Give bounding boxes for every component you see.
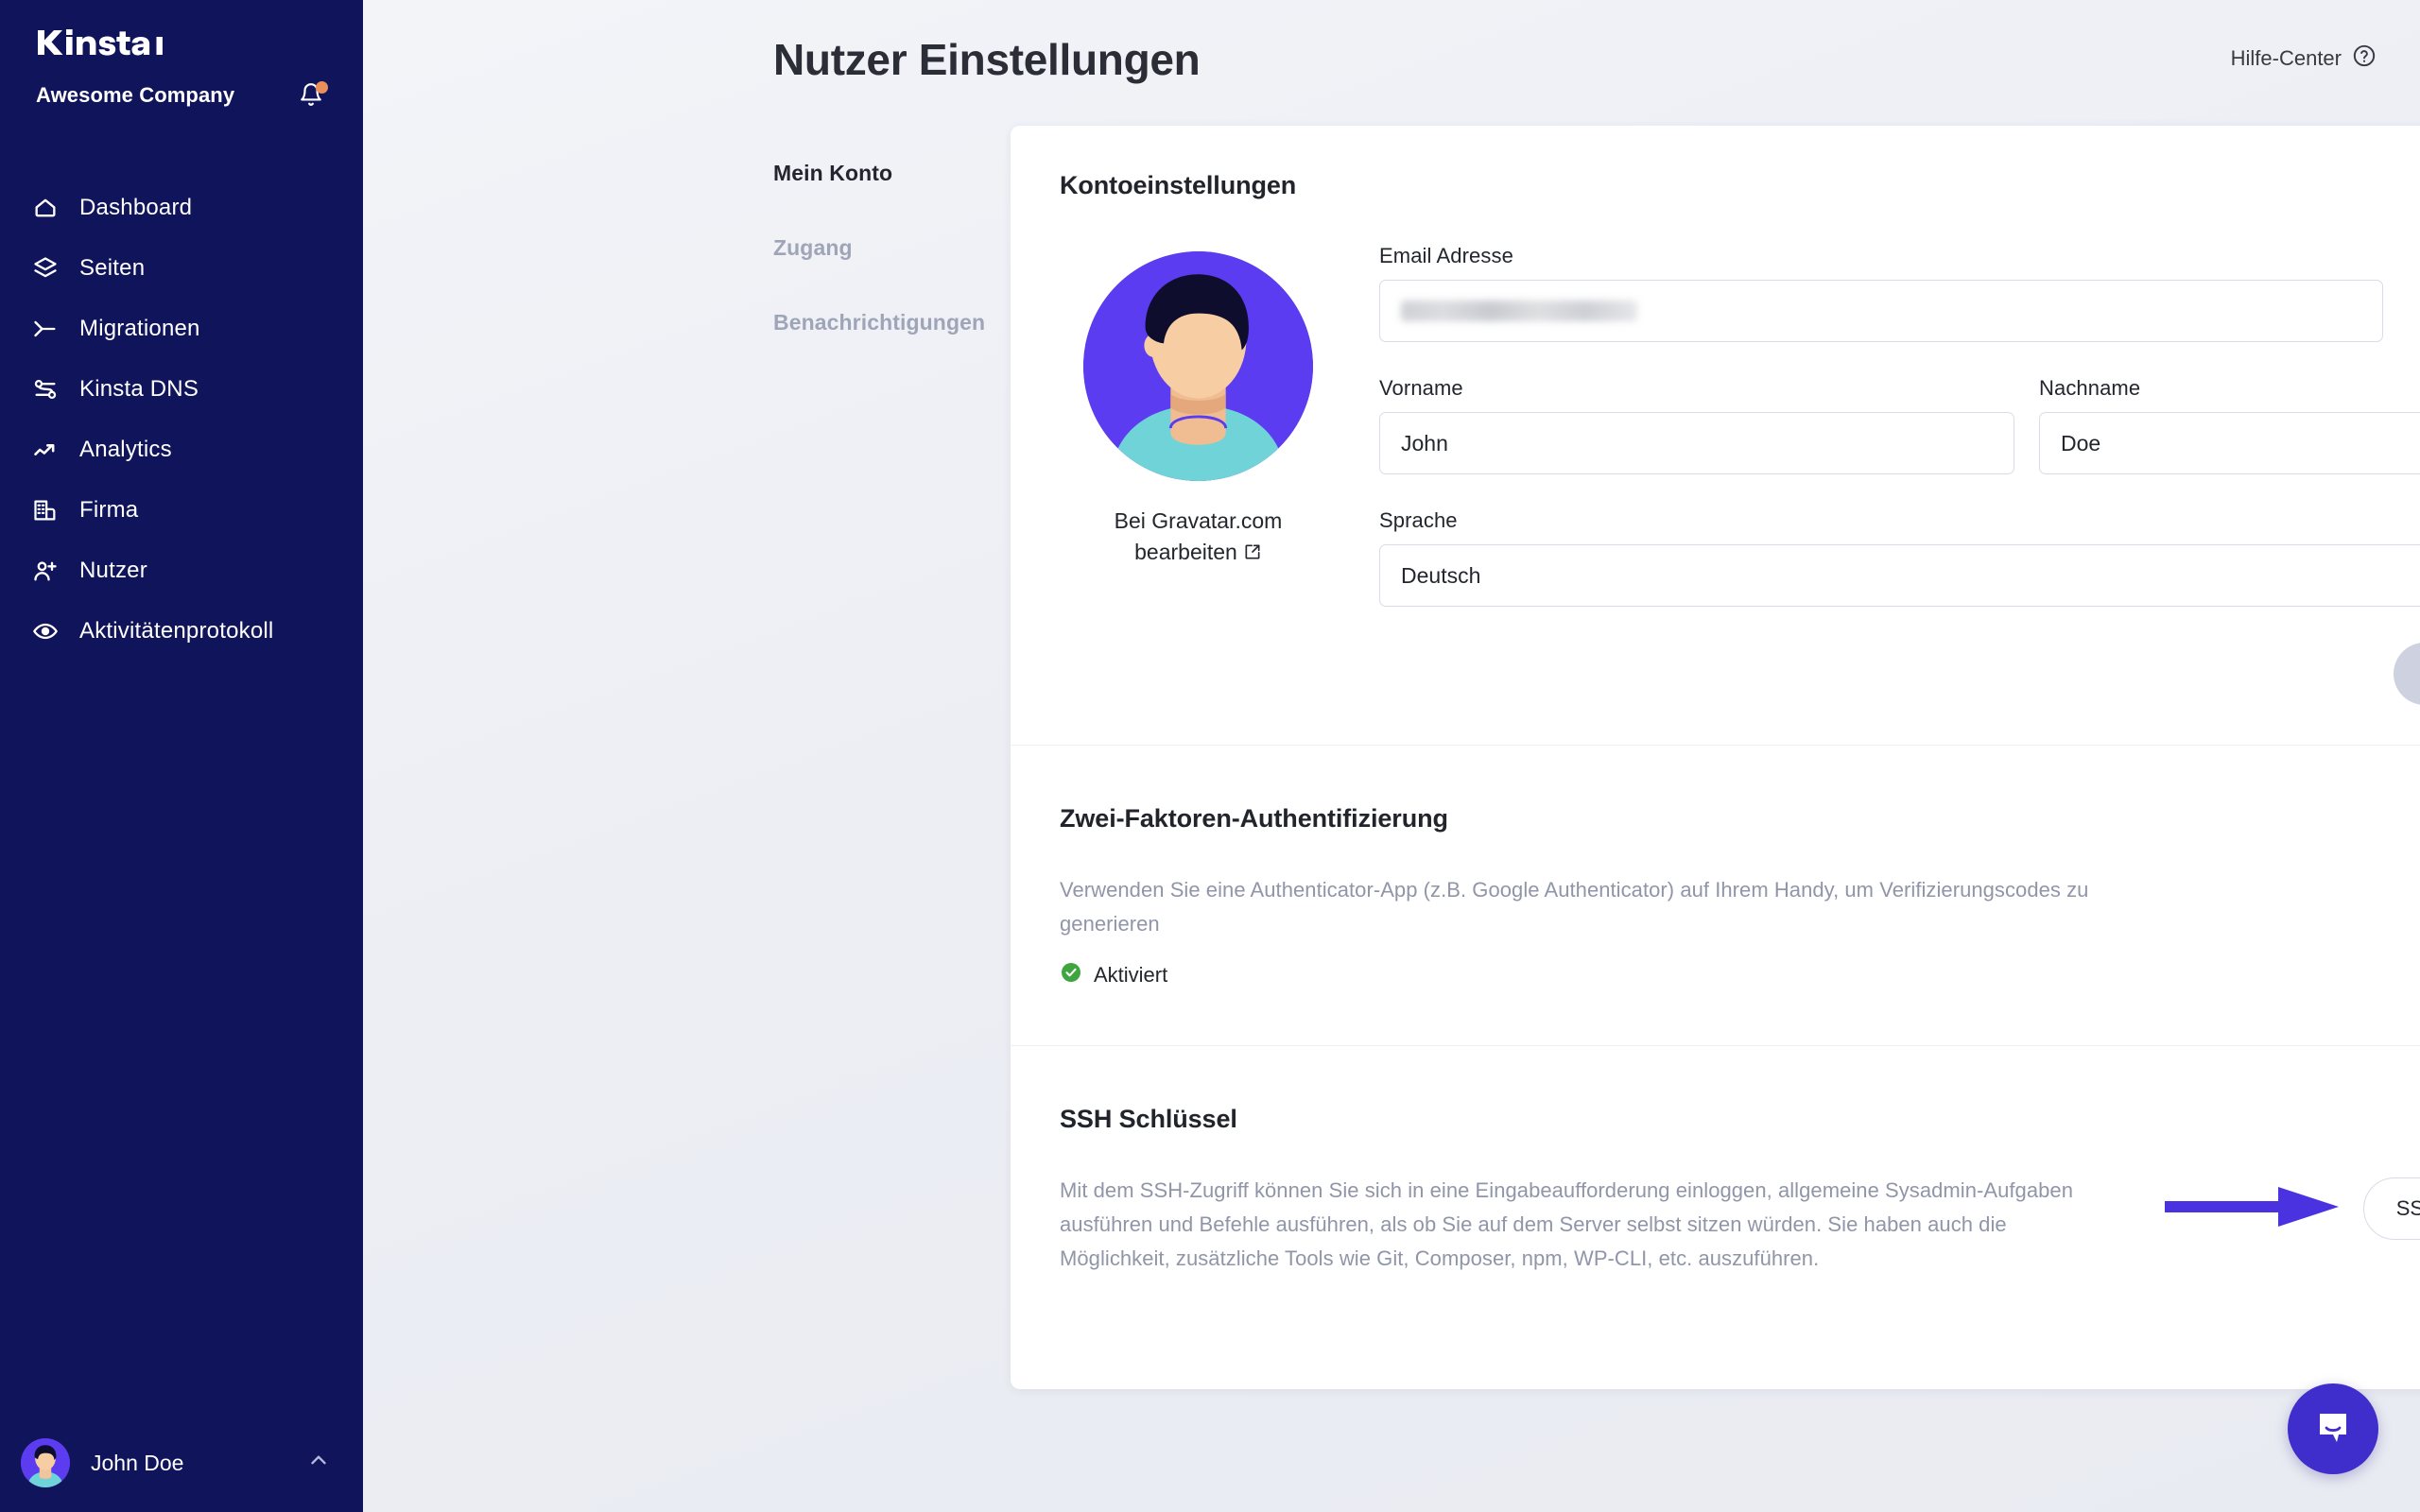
- chat-bubble-icon: [2310, 1404, 2356, 1454]
- two-factor-title: Zwei-Faktoren-Authentifizierung: [1060, 804, 2420, 833]
- account-settings-body: Bei Gravatar.com bearbeiten Email Adress…: [1011, 244, 2420, 745]
- save-row: Änderungen speichern: [1379, 643, 2420, 745]
- email-field[interactable]: [1379, 280, 2383, 342]
- ssh-keys-text: Mit dem SSH-Zugriff können Sie sich in e…: [1060, 1174, 2109, 1275]
- sidebar-item-label: Migrationen: [79, 316, 200, 342]
- intercom-chat-button[interactable]: [2288, 1383, 2378, 1474]
- ssh-keys-description: Mit dem SSH-Zugriff können Sie sich in e…: [1060, 1174, 2109, 1275]
- org-name: Awesome Company: [36, 83, 234, 108]
- layers-icon: [32, 255, 72, 282]
- lastname-block: Nachname Doe: [2039, 376, 2420, 474]
- user-plus-icon: [32, 558, 72, 584]
- sidebar-item-seiten[interactable]: Seiten: [0, 238, 363, 299]
- name-row: Vorname John Nachname Doe: [1379, 376, 2420, 474]
- main-content: Hilfe-Center Nutzer Einstellungen Mein K…: [363, 0, 2420, 1512]
- help-center-link[interactable]: Hilfe-Center: [2231, 43, 2377, 74]
- eye-icon: [32, 618, 72, 644]
- email-block: Email Adresse: [1379, 244, 2383, 342]
- lastname-label: Nachname: [2039, 376, 2420, 401]
- subnav-item-benachrichtigungen[interactable]: Benachrichtigungen: [773, 310, 991, 335]
- two-factor-description: Verwenden Sie eine Authenticator-App (z.…: [1060, 873, 2109, 940]
- subnav-item-zugang[interactable]: Zugang: [773, 235, 991, 261]
- trending-up-icon: [32, 437, 72, 463]
- right-arrow-annotation: [2165, 1180, 2342, 1238]
- save-changes-button[interactable]: Änderungen speichern: [2394, 643, 2420, 705]
- sidebar-item-nutzer[interactable]: Nutzer: [0, 541, 363, 601]
- ssh-keys-body: Mit dem SSH-Zugriff können Sie sich in e…: [1060, 1174, 2420, 1275]
- ssh-keys-action: SSH Schlüssel hinzufügen: [2165, 1174, 2420, 1240]
- sidebar-item-kinsta-dns[interactable]: Kinsta DNS: [0, 359, 363, 420]
- chevron-up-icon: [306, 1449, 331, 1478]
- help-center-label: Hilfe-Center: [2231, 46, 2342, 71]
- fields-column: Email Adresse Passwort ändern Vorname Jo…: [1337, 244, 2420, 745]
- add-ssh-key-button[interactable]: SSH Schlüssel hinzufügen: [2363, 1177, 2420, 1240]
- app-root: Awesome Company Dashboard Sei: [0, 0, 2420, 1512]
- external-link-icon: [1243, 539, 1262, 570]
- firstname-block: Vorname John: [1379, 376, 2014, 474]
- gravatar-edit-link[interactable]: Bei Gravatar.com bearbeiten: [1115, 506, 1283, 569]
- page-title: Nutzer Einstellungen: [773, 34, 1201, 85]
- notifications-button[interactable]: [299, 81, 327, 110]
- sidebar: Awesome Company Dashboard Sei: [0, 0, 363, 1512]
- org-row: Awesome Company: [0, 68, 363, 110]
- topbar: Hilfe-Center Nutzer Einstellungen: [363, 0, 2420, 112]
- settings-card: Kontoeinstellungen: [1011, 126, 2420, 1389]
- migration-icon: [32, 316, 72, 342]
- sidebar-item-label: Nutzer: [79, 558, 147, 584]
- email-label: Email Adresse: [1379, 244, 2383, 268]
- kinsta-logo[interactable]: [0, 0, 363, 68]
- building-icon: [32, 497, 72, 524]
- firstname-field[interactable]: John: [1379, 412, 2014, 474]
- firstname-label: Vorname: [1379, 376, 2014, 401]
- email-row: Email Adresse Passwort ändern: [1379, 244, 2420, 342]
- notification-badge-dot: [316, 81, 328, 94]
- home-icon: [32, 195, 72, 221]
- sidebar-item-analytics[interactable]: Analytics: [0, 420, 363, 480]
- language-block: Sprache Deutsch: [1379, 508, 2420, 607]
- sidebar-item-label: Kinsta DNS: [79, 376, 199, 403]
- avatar: [21, 1438, 70, 1487]
- account-settings-title: Kontoeinstellungen: [1060, 171, 2420, 200]
- question-circle-icon: [2352, 43, 2377, 74]
- lastname-field[interactable]: Doe: [2039, 412, 2420, 474]
- two-factor-status: Aktiviert: [1060, 961, 2109, 988]
- account-settings-section: Kontoeinstellungen: [1011, 126, 2420, 200]
- ssh-keys-section: SSH Schlüssel Mit dem SSH-Zugriff können…: [1011, 1046, 2420, 1332]
- language-select[interactable]: Deutsch: [1379, 544, 2420, 607]
- status-badge: Aktiviert: [1094, 963, 1167, 988]
- sidebar-item-label: Aktivitätenprotokoll: [79, 618, 273, 644]
- profile-avatar: [1083, 251, 1313, 481]
- avatar-column: Bei Gravatar.com bearbeiten: [1060, 244, 1337, 745]
- subnav-item-mein-konto[interactable]: Mein Konto: [773, 161, 991, 186]
- language-selected-value: Deutsch: [1401, 563, 1480, 589]
- two-factor-text: Verwenden Sie eine Authenticator-App (z.…: [1060, 873, 2109, 988]
- sidebar-user-name: John Doe: [91, 1451, 306, 1476]
- dns-nodes-icon: [32, 376, 72, 403]
- sidebar-item-migrationen[interactable]: Migrationen: [0, 299, 363, 359]
- sidebar-item-dashboard[interactable]: Dashboard: [0, 178, 363, 238]
- sidebar-item-label: Analytics: [79, 437, 172, 463]
- ssh-keys-title: SSH Schlüssel: [1060, 1105, 2420, 1134]
- sidebar-user-menu[interactable]: John Doe: [0, 1414, 363, 1512]
- sidebar-item-aktivitaetenprotokoll[interactable]: Aktivitätenprotokoll: [0, 601, 363, 662]
- sidebar-item-label: Seiten: [79, 255, 145, 282]
- settings-subnav: Mein Konto Zugang Benachrichtigungen: [773, 161, 991, 385]
- two-factor-section: Zwei-Faktoren-Authentifizierung Verwende…: [1011, 746, 2420, 1045]
- sidebar-nav: Dashboard Seiten Migrationen Kinsta DNS: [0, 178, 363, 662]
- sidebar-item-firma[interactable]: Firma: [0, 480, 363, 541]
- check-circle-icon: [1060, 961, 1082, 988]
- sidebar-item-label: Firma: [79, 497, 138, 524]
- two-factor-body: Verwenden Sie eine Authenticator-App (z.…: [1060, 873, 2420, 988]
- email-redacted-value: [1401, 301, 1637, 321]
- gravatar-link-line1: Bei Gravatar.com: [1115, 508, 1283, 533]
- gravatar-link-line2: bearbeiten: [1134, 540, 1237, 564]
- sidebar-item-label: Dashboard: [79, 195, 192, 221]
- language-label: Sprache: [1379, 508, 2420, 533]
